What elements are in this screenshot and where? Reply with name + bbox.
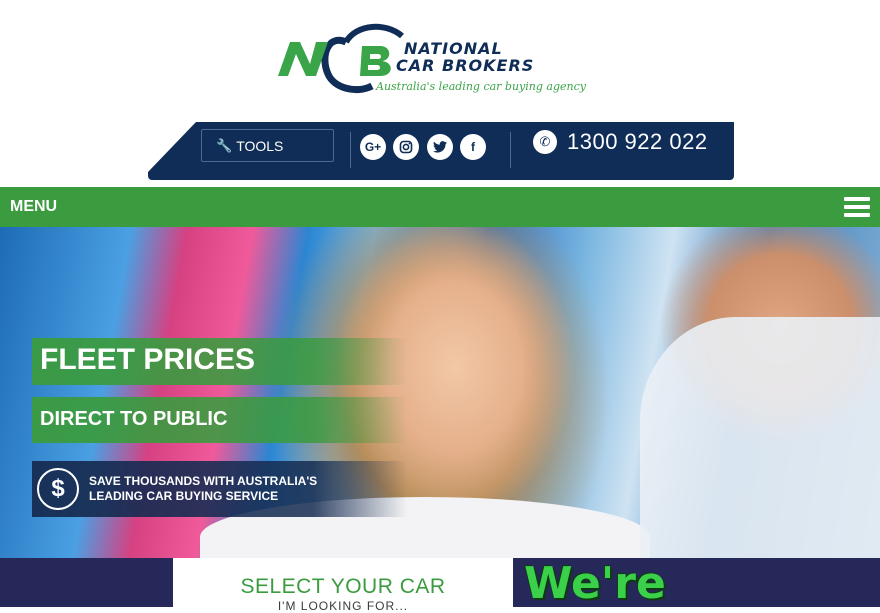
facebook-glyph: f bbox=[471, 140, 475, 154]
looking-for-label: I'M LOOKING FOR... bbox=[277, 599, 409, 613]
logo-wordmark: NATIONAL CAR BROKERS bbox=[396, 39, 534, 74]
were-heading: We're bbox=[524, 558, 666, 609]
google-plus-glyph: G+ bbox=[364, 140, 382, 154]
topbar-notch-decoration bbox=[148, 122, 196, 172]
bottom-section: SELECT YOUR CAR I'M LOOKING FOR... We're bbox=[0, 558, 880, 613]
top-contact-bar: 🔧 TOOLS G+ f ✆ 1300 922 022 bbox=[148, 122, 734, 180]
hero-banner: FLEET PRICES DIRECT TO PUBLIC $ SAVE THO… bbox=[0, 227, 880, 558]
instagram-glyph bbox=[399, 140, 413, 154]
site-header: NATIONAL CAR BROKERS Australia's leading… bbox=[0, 0, 880, 122]
menu-label: MENU bbox=[10, 198, 58, 215]
topbar-divider bbox=[510, 132, 511, 168]
phone-number: 1300 922 022 bbox=[567, 129, 708, 154]
twitter-glyph bbox=[433, 141, 447, 153]
select-your-car-panel[interactable]: SELECT YOUR CAR I'M LOOKING FOR... bbox=[173, 558, 513, 613]
logo-tagline: Australia's leading car buying agency bbox=[376, 80, 586, 93]
logo-line-car-brokers: CAR BROKERS bbox=[396, 56, 535, 75]
select-your-car-title: SELECT YOUR CAR bbox=[240, 575, 446, 598]
ncb-logo[interactable]: NATIONAL CAR BROKERS Australia's leading… bbox=[276, 16, 606, 100]
phone-link[interactable]: ✆ 1300 922 022 bbox=[533, 129, 708, 155]
menu-bar[interactable]: MENU bbox=[0, 187, 880, 227]
hero-promo-line2: LEADING CAR BUYING SERVICE bbox=[89, 489, 279, 503]
logo-line-national: NATIONAL bbox=[404, 39, 503, 58]
hero-promo-text: SAVE THOUSANDS WITH AUSTRALIA'S LEADING … bbox=[89, 474, 317, 504]
tools-button[interactable]: 🔧 TOOLS bbox=[201, 129, 334, 162]
hero-photo-detail bbox=[640, 317, 880, 558]
hero-promo-line1: SAVE THOUSANDS WITH AUSTRALIA'S bbox=[89, 474, 318, 488]
dollar-icon: $ bbox=[37, 468, 79, 510]
wrench-icon: 🔧 bbox=[216, 137, 233, 153]
tools-label: TOOLS bbox=[236, 137, 284, 154]
hero-promo: $ SAVE THOUSANDS WITH AUSTRALIA'S LEADIN… bbox=[32, 461, 407, 517]
google-plus-icon[interactable]: G+ bbox=[360, 134, 386, 160]
phone-icon: ✆ bbox=[533, 130, 557, 154]
hero-headline: FLEET PRICES bbox=[32, 338, 407, 385]
topbar-divider bbox=[350, 132, 351, 168]
twitter-icon[interactable] bbox=[427, 134, 453, 160]
hamburger-icon[interactable] bbox=[844, 197, 870, 217]
facebook-icon[interactable]: f bbox=[460, 134, 486, 160]
instagram-icon[interactable] bbox=[393, 134, 419, 160]
hero-subheadline: DIRECT TO PUBLIC bbox=[32, 397, 407, 443]
